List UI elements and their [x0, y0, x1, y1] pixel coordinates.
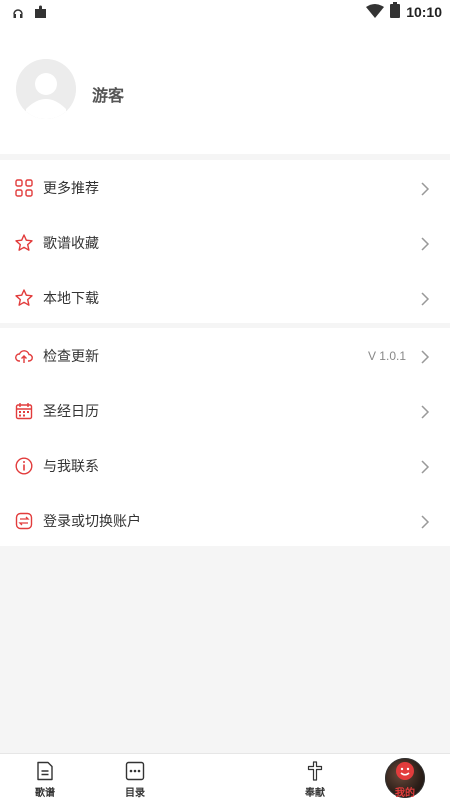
- menu-item-contact[interactable]: 与我联系: [0, 438, 450, 493]
- menu-item-favorites[interactable]: 歌谱收藏: [0, 215, 450, 270]
- tab-label: 我的: [395, 788, 415, 799]
- menu-item-label: 检查更新: [43, 348, 99, 365]
- tab-player[interactable]: [180, 754, 425, 801]
- avatar[interactable]: [16, 59, 76, 119]
- tab-songs[interactable]: 歌谱: [0, 754, 90, 801]
- status-right-icons: 10:10: [366, 2, 442, 22]
- switch-icon: [15, 512, 33, 530]
- menu-item-label: 更多推荐: [43, 180, 99, 197]
- menu-item-more-recommend[interactable]: 更多推荐: [0, 160, 450, 215]
- chevron-right-icon: [420, 291, 430, 306]
- chevron-right-icon: [420, 236, 430, 251]
- menu-item-label: 本地下载: [43, 290, 99, 307]
- tab-offering[interactable]: 奉献: [270, 754, 360, 801]
- wifi-icon: [366, 3, 385, 22]
- menu-item-switch-account[interactable]: 登录或切换账户: [0, 493, 450, 548]
- menu-item-bible-calendar[interactable]: 圣经日历: [0, 383, 450, 438]
- chevron-right-icon: [420, 514, 430, 529]
- smiley-icon: [395, 761, 415, 781]
- cloud-upload-icon: [15, 347, 33, 365]
- puzzle-icon: [34, 4, 48, 23]
- grid-icon: [15, 178, 33, 197]
- star-icon: [15, 288, 33, 307]
- status-left-icons: [12, 4, 48, 23]
- menu-item-check-update[interactable]: 检查更新 V 1.0.1: [0, 328, 450, 383]
- cross-icon: [305, 761, 325, 781]
- menu-group-2: 检查更新 V 1.0.1 圣经日历 与我联系 登录或切换账户: [0, 328, 450, 546]
- username[interactable]: 游客: [92, 82, 124, 106]
- status-time: 10:10: [406, 4, 442, 20]
- version-text: V 1.0.1: [367, 348, 406, 363]
- battery-icon: [390, 2, 401, 22]
- menu-item-local-downloads[interactable]: 本地下载: [0, 270, 450, 325]
- bottom-tab-bar: 歌谱 目录 奉献 我的: [0, 753, 450, 801]
- menu-group-1: 更多推荐 歌谱收藏 本地下载: [0, 160, 450, 323]
- user-placeholder-icon: [16, 59, 76, 119]
- status-bar: 10:10: [0, 0, 450, 24]
- calendar-icon: [15, 402, 33, 420]
- tab-catalog[interactable]: 目录: [90, 754, 180, 801]
- tab-label: 目录: [125, 788, 145, 799]
- menu-item-label: 歌谱收藏: [43, 235, 99, 252]
- info-icon: [15, 456, 33, 475]
- chevron-right-icon: [420, 181, 430, 196]
- chevron-right-icon: [420, 404, 430, 419]
- document-icon: [35, 761, 55, 781]
- more-icon: [125, 761, 145, 781]
- chevron-right-icon: [420, 459, 430, 474]
- tab-label: 歌谱: [35, 788, 55, 799]
- headphones-icon: [12, 4, 24, 23]
- menu-item-label: 登录或切换账户: [43, 513, 141, 530]
- profile-header: 游客: [0, 24, 450, 154]
- star-icon: [15, 233, 33, 252]
- tab-mine[interactable]: 我的: [360, 754, 450, 801]
- tab-label: 奉献: [305, 788, 325, 799]
- chevron-right-icon: [420, 349, 430, 364]
- menu-item-label: 圣经日历: [43, 403, 99, 420]
- menu-item-label: 与我联系: [43, 458, 99, 475]
